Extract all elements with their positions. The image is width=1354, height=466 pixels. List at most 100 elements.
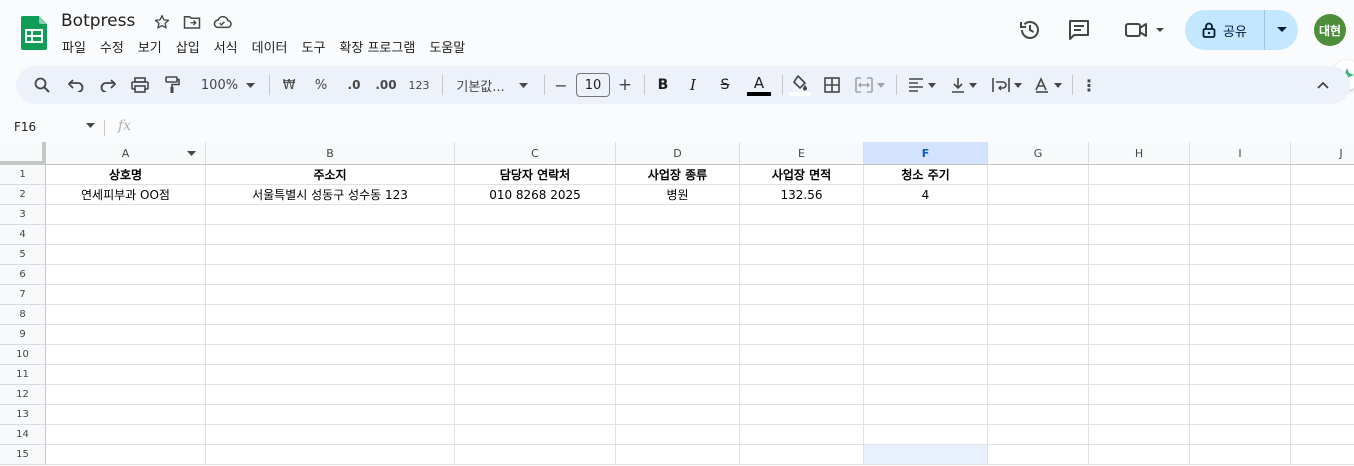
cell-g3[interactable] bbox=[988, 205, 1089, 225]
share-button[interactable]: 공유 bbox=[1185, 10, 1298, 50]
column-header-e[interactable]: E bbox=[740, 142, 864, 165]
cell-g6[interactable] bbox=[988, 265, 1089, 285]
cell-h8[interactable] bbox=[1089, 305, 1190, 325]
cell-f3[interactable] bbox=[864, 205, 988, 225]
cell-i1[interactable] bbox=[1190, 165, 1291, 185]
search-menus-icon[interactable] bbox=[30, 71, 54, 99]
cell-j3[interactable] bbox=[1291, 205, 1354, 225]
cell-e5[interactable] bbox=[740, 245, 864, 265]
cell-b3[interactable] bbox=[206, 205, 455, 225]
sheets-logo-icon[interactable] bbox=[21, 16, 47, 50]
cell-f15[interactable] bbox=[864, 445, 988, 465]
cell-d2[interactable]: 병원 bbox=[616, 185, 740, 205]
text-rotation-icon[interactable] bbox=[1030, 71, 1066, 99]
cell-i6[interactable] bbox=[1190, 265, 1291, 285]
merge-cells-icon[interactable] bbox=[852, 71, 888, 99]
number-format-button[interactable]: 123 bbox=[406, 71, 432, 99]
cell-c2[interactable]: 010 8268 2025 bbox=[455, 185, 616, 205]
font-size-increase-button[interactable]: + bbox=[616, 71, 634, 99]
cell-d8[interactable] bbox=[616, 305, 740, 325]
cell-h7[interactable] bbox=[1089, 285, 1190, 305]
percent-format-button[interactable]: % bbox=[310, 71, 332, 99]
column-header-f[interactable]: F bbox=[864, 142, 988, 165]
share-main-button[interactable]: 공유 bbox=[1185, 10, 1265, 50]
cell-j9[interactable] bbox=[1291, 325, 1354, 345]
cell-a1[interactable]: 상호명 bbox=[46, 165, 206, 185]
collapse-menus-icon[interactable] bbox=[1312, 71, 1334, 99]
undo-icon[interactable] bbox=[64, 71, 88, 99]
move-folder-icon[interactable] bbox=[182, 12, 202, 32]
row-header-3[interactable]: 3 bbox=[0, 205, 46, 225]
cell-i12[interactable] bbox=[1190, 385, 1291, 405]
cell-d4[interactable] bbox=[616, 225, 740, 245]
cell-j12[interactable] bbox=[1291, 385, 1354, 405]
cell-e3[interactable] bbox=[740, 205, 864, 225]
cell-e4[interactable] bbox=[740, 225, 864, 245]
share-dropdown-button[interactable] bbox=[1265, 10, 1298, 50]
column-header-g[interactable]: G bbox=[988, 142, 1089, 165]
font-family-select[interactable]: 기본값... bbox=[452, 71, 532, 99]
cell-b12[interactable] bbox=[206, 385, 455, 405]
cell-j5[interactable] bbox=[1291, 245, 1354, 265]
cell-f4[interactable] bbox=[864, 225, 988, 245]
cell-j4[interactable] bbox=[1291, 225, 1354, 245]
cell-c10[interactable] bbox=[455, 345, 616, 365]
vertical-align-icon[interactable] bbox=[946, 71, 982, 99]
cell-i3[interactable] bbox=[1190, 205, 1291, 225]
cell-a13[interactable] bbox=[46, 405, 206, 425]
cell-d6[interactable] bbox=[616, 265, 740, 285]
horizontal-align-icon[interactable] bbox=[904, 71, 940, 99]
italic-button[interactable]: I bbox=[682, 71, 704, 99]
cell-i7[interactable] bbox=[1190, 285, 1291, 305]
cell-a6[interactable] bbox=[46, 265, 206, 285]
row-header-13[interactable]: 13 bbox=[0, 405, 46, 425]
cell-e15[interactable] bbox=[740, 445, 864, 465]
cell-h5[interactable] bbox=[1089, 245, 1190, 265]
cell-h14[interactable] bbox=[1089, 425, 1190, 445]
cell-h11[interactable] bbox=[1089, 365, 1190, 385]
row-header-11[interactable]: 11 bbox=[0, 365, 46, 385]
cell-b10[interactable] bbox=[206, 345, 455, 365]
menu-format[interactable]: 서식 bbox=[214, 37, 238, 56]
cell-h4[interactable] bbox=[1089, 225, 1190, 245]
cell-c6[interactable] bbox=[455, 265, 616, 285]
menu-data[interactable]: 데이터 bbox=[252, 37, 288, 56]
cell-a4[interactable] bbox=[46, 225, 206, 245]
formula-input[interactable] bbox=[150, 119, 1340, 137]
cell-d15[interactable] bbox=[616, 445, 740, 465]
row-header-14[interactable]: 14 bbox=[0, 425, 46, 445]
cell-h12[interactable] bbox=[1089, 385, 1190, 405]
column-header-a[interactable]: A bbox=[46, 142, 206, 165]
cell-f7[interactable] bbox=[864, 285, 988, 305]
column-header-j[interactable]: J bbox=[1291, 142, 1354, 165]
bold-button[interactable]: B bbox=[652, 71, 674, 99]
row-header-8[interactable]: 8 bbox=[0, 305, 46, 325]
cell-c12[interactable] bbox=[455, 385, 616, 405]
cell-i2[interactable] bbox=[1190, 185, 1291, 205]
menu-tools[interactable]: 도구 bbox=[302, 37, 326, 56]
cell-c7[interactable] bbox=[455, 285, 616, 305]
column-header-h[interactable]: H bbox=[1089, 142, 1190, 165]
row-header-12[interactable]: 12 bbox=[0, 385, 46, 405]
cell-j11[interactable] bbox=[1291, 365, 1354, 385]
cell-f14[interactable] bbox=[864, 425, 988, 445]
cell-f11[interactable] bbox=[864, 365, 988, 385]
menu-insert[interactable]: 삽입 bbox=[176, 37, 200, 56]
cell-j13[interactable] bbox=[1291, 405, 1354, 425]
zoom-select[interactable]: 100% bbox=[194, 71, 262, 99]
cell-g9[interactable] bbox=[988, 325, 1089, 345]
cell-g4[interactable] bbox=[988, 225, 1089, 245]
cell-e7[interactable] bbox=[740, 285, 864, 305]
meet-icon[interactable] bbox=[1118, 12, 1170, 48]
cell-a5[interactable] bbox=[46, 245, 206, 265]
cell-j8[interactable] bbox=[1291, 305, 1354, 325]
cell-a14[interactable] bbox=[46, 425, 206, 445]
cell-d11[interactable] bbox=[616, 365, 740, 385]
currency-format-button[interactable]: ₩ bbox=[278, 71, 300, 99]
cell-g15[interactable] bbox=[988, 445, 1089, 465]
cell-i9[interactable] bbox=[1190, 325, 1291, 345]
row-header-15[interactable]: 15 bbox=[0, 445, 46, 465]
cell-e12[interactable] bbox=[740, 385, 864, 405]
cell-j1[interactable] bbox=[1291, 165, 1354, 185]
text-color-button[interactable]: A bbox=[744, 71, 774, 99]
